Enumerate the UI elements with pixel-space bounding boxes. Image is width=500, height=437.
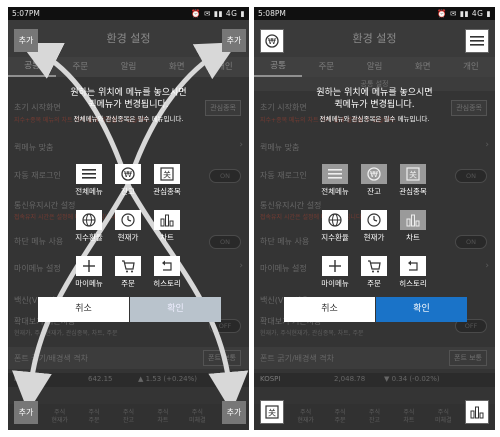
svg-text:₩: ₩: [124, 170, 132, 179]
add-slot-bottom-left[interactable]: 추가: [14, 401, 38, 424]
bar-chart-icon: [406, 214, 420, 227]
cancel-button[interactable]: 취소: [38, 297, 129, 322]
watchlist-icon: 关: [160, 167, 174, 181]
instruction-line2: 퀵메뉴가 변경됩니다.: [88, 100, 169, 110]
menu-label: 주문: [121, 279, 135, 288]
menu-item-balance[interactable]: ₩: [115, 164, 141, 184]
menu-label: 관심종목: [153, 187, 181, 196]
history-icon: [408, 260, 418, 271]
won-coin-icon: ₩: [121, 167, 135, 181]
globe-icon: [328, 213, 342, 227]
menu-item-chart[interactable]: [400, 210, 426, 230]
add-slot-bottom-right[interactable]: 추가: [222, 401, 246, 424]
bar-chart-icon: [470, 406, 484, 419]
menu-item-order[interactable]: [115, 256, 141, 276]
instruction-line2: 퀵메뉴가 변경됩니다.: [334, 100, 415, 110]
status-icons: ⏰ ✉ ▮▮ 4G ▮: [437, 9, 491, 18]
menu-label: 주문: [367, 279, 381, 288]
globe-icon: [82, 213, 96, 227]
won-coin-icon: ₩: [367, 167, 381, 181]
menu-item-all[interactable]: [76, 164, 102, 184]
menu-item-price[interactable]: [115, 210, 141, 230]
menu-label: 지수환율: [75, 233, 103, 242]
menu-label: 지수환율: [321, 233, 349, 242]
menu-label: 잔고: [367, 187, 381, 196]
menu-label: 히스토리: [153, 279, 181, 288]
watchlist-icon: 关: [406, 167, 420, 181]
menu-item-index[interactable]: [322, 210, 348, 230]
clock: 5:08PM: [258, 9, 286, 18]
clock-icon: [367, 213, 381, 227]
instruction-line1: 원하는 위치에 메뉴를 놓으시면: [70, 88, 187, 98]
menu-item-watchlist[interactable]: 关: [400, 164, 426, 184]
menu-item-price[interactable]: [361, 210, 387, 230]
svg-text:关: 关: [409, 170, 417, 180]
menu-item-mymenu[interactable]: [322, 256, 348, 276]
menu-label: 전체메뉴: [321, 187, 349, 196]
won-coin-icon: ₩: [265, 34, 279, 48]
svg-text:₩: ₩: [370, 170, 378, 179]
quick-slot-top-left[interactable]: ₩: [260, 29, 284, 53]
menu-item-chart[interactable]: [154, 210, 180, 230]
menu-item-history[interactable]: [400, 256, 426, 276]
hamburger-icon: [328, 169, 342, 179]
menu-item-all[interactable]: [322, 164, 348, 184]
quick-slot-bottom-left[interactable]: 关: [260, 400, 284, 424]
menu-label: 마이메뉴: [75, 279, 103, 288]
plus-icon: [83, 260, 95, 272]
menu-item-index[interactable]: [76, 210, 102, 230]
menu-item-order[interactable]: [361, 256, 387, 276]
instruction-sub: 전체메뉴와 관심종목은 필수 메뉴입니다.: [319, 115, 430, 123]
add-slot-top-right[interactable]: 추가: [222, 29, 246, 52]
cancel-button[interactable]: 취소: [284, 297, 375, 322]
bar-chart-icon: [160, 214, 174, 227]
history-icon: [162, 260, 172, 271]
instruction-sub: 전체메뉴와 관심종목은 필수 메뉴입니다.: [73, 115, 184, 123]
quick-slot-bottom-right[interactable]: [465, 400, 489, 424]
instruction-line1: 원하는 위치에 메뉴를 놓으시면: [316, 88, 433, 98]
hamburger-icon: [470, 36, 484, 46]
menu-item-history[interactable]: [154, 256, 180, 276]
add-slot-top-left[interactable]: 추가: [14, 29, 38, 52]
menu-label: 마이메뉴: [321, 279, 349, 288]
clock-icon: [121, 213, 135, 227]
cart-icon: [122, 260, 135, 273]
menu-label: 잔고: [121, 187, 135, 196]
svg-text:关: 关: [163, 170, 171, 180]
quick-slot-top-right[interactable]: [465, 29, 489, 53]
menu-item-watchlist[interactable]: 关: [154, 164, 180, 184]
hamburger-icon: [82, 169, 96, 179]
svg-text:关: 关: [268, 408, 276, 418]
menu-label: 현재가: [363, 233, 385, 242]
menu-item-mymenu[interactable]: [76, 256, 102, 276]
right-screen: 5:08PM ⏰ ✉ ▮▮ 4G ▮ 환경 설정 공통 주문 알림 화면 개인 …: [254, 7, 495, 430]
confirm-button[interactable]: 확인: [376, 297, 467, 322]
menu-label: 현재가: [117, 233, 139, 242]
confirm-button[interactable]: 확인: [130, 297, 221, 322]
left-screen: 5:07PM ⏰ ✉ ▮▮ 4G ▮ 환경 설정 공통 주문 알림 화면 개인 …: [8, 7, 249, 430]
status-bar: 5:08PM ⏰ ✉ ▮▮ 4G ▮: [254, 7, 495, 20]
cart-icon: [368, 260, 381, 273]
menu-item-balance[interactable]: ₩: [361, 164, 387, 184]
svg-text:₩: ₩: [268, 37, 276, 46]
menu-label: 전체메뉴: [75, 187, 103, 196]
watchlist-icon: 关: [265, 405, 279, 419]
menu-label: 차트: [160, 233, 174, 242]
menu-label: 히스토리: [399, 279, 427, 288]
plus-icon: [329, 260, 341, 272]
menu-label: 관심종목: [399, 187, 427, 196]
menu-label: 차트: [406, 233, 420, 242]
